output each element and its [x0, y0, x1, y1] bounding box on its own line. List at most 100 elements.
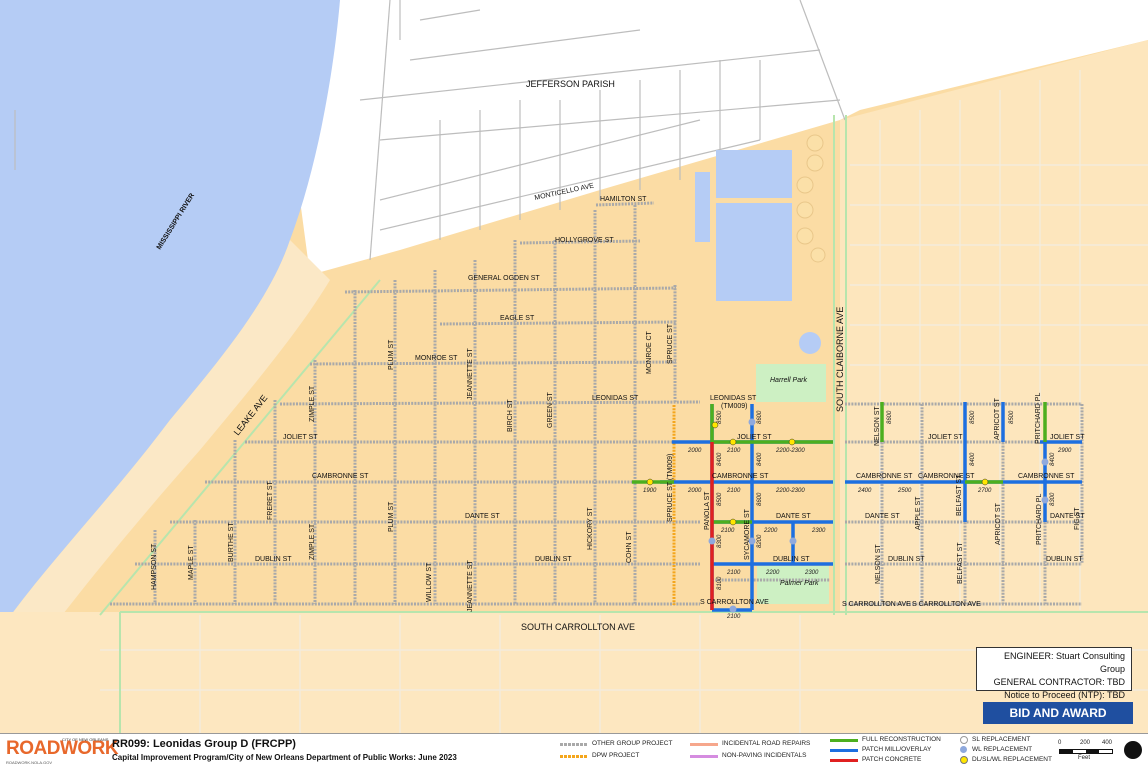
south-claiborne-label: SOUTH CLAIBORNE AVE	[835, 307, 845, 412]
zimpel-s-label: ZIMPLE ST	[309, 523, 316, 560]
legend-nonpaving-line	[690, 755, 718, 758]
harrell-park-label: Harrell Park	[770, 377, 807, 384]
dublin-w-label: DUBLIN ST	[255, 556, 292, 563]
project-info-box: ENGINEER: Stuart Consulting Group GENERA…	[976, 647, 1132, 700]
freret-label: FRERET ST	[267, 481, 274, 520]
cambronne-e3-label: CAMBRONNE ST	[1018, 473, 1075, 480]
joliet-e2-label: JOLIET ST	[1050, 434, 1085, 441]
panola-label: PANOLA ST	[704, 491, 711, 530]
joliet-w-label: JOLIET ST	[283, 434, 318, 441]
monroe-label: MONROE ST	[415, 355, 458, 362]
svg-text:2100: 2100	[726, 448, 741, 454]
scale-bar: 0 200 400 Feet	[1058, 740, 1118, 764]
apricot-n-label: APRICOT ST	[994, 397, 1001, 440]
leonidas-e-label: LEONIDAS ST	[710, 395, 757, 402]
contractor-text: GENERAL CONTRACTOR: TBD	[993, 677, 1125, 687]
legend-sl-dot	[960, 736, 968, 744]
legend-dpw-line	[560, 755, 588, 758]
legend-dl-dot	[960, 756, 968, 764]
svg-text:2300: 2300	[811, 528, 826, 534]
svg-text:8100: 8100	[717, 576, 723, 590]
svg-text:2700: 2700	[977, 488, 992, 494]
ntp-text: Notice to Proceed (NTP): TBD	[1004, 690, 1125, 700]
spruce-s-label: SPRUCE ST (TM009)	[667, 454, 674, 522]
status-badge: BID AND AWARD	[983, 702, 1133, 724]
cohn-label: COHN ST	[626, 531, 633, 563]
svg-text:2300: 2300	[804, 570, 819, 576]
project-map: MISSISSIPPI RIVER JEFFERSON PARISH MONTI…	[0, 0, 1148, 733]
svg-text:2900: 2900	[1057, 448, 1072, 454]
hickory-label: HICKORY ST	[587, 507, 594, 550]
palmer-park-label: Palmer Park	[780, 580, 819, 587]
svg-text:2100: 2100	[720, 528, 735, 534]
svg-text:2000: 2000	[687, 488, 702, 494]
monroe-ct-label: MONROE CT	[646, 331, 653, 375]
cambronne-c-label: CAMBRONNE ST	[712, 473, 769, 480]
jefferson-label: JEFFERSON PARISH	[526, 79, 615, 89]
legend-other-line	[560, 743, 588, 746]
svg-text:8400: 8400	[1050, 452, 1056, 466]
svg-text:2100: 2100	[726, 570, 741, 576]
project-title: RR099: Leonidas Group D (FRCPP)	[112, 738, 296, 750]
engineer-text: ENGINEER: Stuart Consulting Group	[1003, 651, 1125, 674]
legend-nonpaving-label: NON-PAVING INCIDENTALS	[722, 752, 807, 759]
pritchard-n-label: PRITCHARD PL	[1035, 393, 1042, 444]
scale-400: 400	[1102, 740, 1113, 746]
maple-label: MAPLE ST	[188, 545, 195, 580]
legend-other-label: OTHER GROUP PROJECT	[592, 740, 673, 747]
dublin-c-label: DUBLIN ST	[773, 556, 810, 563]
reservoir-1	[716, 150, 792, 198]
legend-dl-label: DL/SL/WL REPLACEMENT	[972, 756, 1052, 763]
hamilton-label: HAMILTON ST	[600, 196, 647, 203]
svg-text:8600: 8600	[757, 410, 763, 424]
dante-e1-label: DANTE ST	[865, 513, 900, 520]
fig-label: FIG ST	[1074, 507, 1081, 530]
svg-text:2400: 2400	[857, 488, 872, 494]
svg-text:1900: 1900	[643, 488, 657, 494]
svg-text:2200: 2200	[765, 570, 780, 576]
reservoir-2	[716, 203, 792, 301]
burthe-label: BURTHE ST	[228, 522, 235, 562]
svg-text:2200-2300: 2200-2300	[775, 488, 805, 494]
plum-n-label: PLUM ST	[388, 339, 395, 370]
jeannette-n-label: JEANNETTE ST	[467, 348, 474, 400]
footer: ROADWORK ROADWORK.NOLA.GOV CITY OF NEW O…	[0, 733, 1148, 768]
eagle-label: EAGLE ST	[500, 315, 535, 322]
svg-text:8500: 8500	[717, 492, 723, 506]
svg-text:2100: 2100	[726, 614, 741, 620]
legend-incidental-line	[690, 743, 718, 746]
general-ogden-label: GENERAL OGDEN ST	[468, 275, 540, 282]
legend-full-label: FULL RECONSTRUCTION	[862, 736, 941, 743]
dublin-e1-label: DUBLIN ST	[888, 556, 925, 563]
north-arrow-icon	[1124, 741, 1142, 759]
legend-concrete-label: PATCH CONCRETE	[862, 756, 922, 763]
roadwork-logo: ROADWORK ROADWORK.NOLA.GOV	[6, 738, 119, 765]
belfast-c-label: BELFAST ST	[956, 474, 963, 516]
hampson-label: HAMPSON ST	[151, 543, 158, 590]
spruce-n-label: SPRUCE ST	[667, 323, 674, 364]
sycamore-label: SYCAMORE ST	[744, 508, 751, 560]
svg-text:8600: 8600	[887, 410, 893, 424]
svg-text:2000: 2000	[687, 448, 702, 454]
svg-text:8400: 8400	[970, 452, 976, 466]
nelson-n-label: NELSON ST	[874, 406, 881, 446]
s-carrollton-1-label: S CARROLLTON AVE	[700, 599, 769, 606]
city-seal-text: CITY OF NEW ORLEANS	[62, 737, 109, 742]
legend-wl-dot	[960, 746, 967, 753]
svg-text:2200-2300: 2200-2300	[775, 448, 805, 454]
svg-text:2200: 2200	[763, 528, 778, 534]
legend-patch-line	[830, 749, 858, 752]
legend-patch-label: PATCH MILL/OVERLAY	[862, 746, 932, 753]
birch-label: BIRCH ST	[507, 399, 514, 432]
jeannette-s-label: JEANNETTE ST	[467, 560, 474, 612]
willow-label: WILLOW ST	[426, 562, 433, 602]
scale-line	[1059, 749, 1113, 754]
logo-url: ROADWORK.NOLA.GOV	[6, 760, 53, 765]
scale-unit: Feet	[1078, 755, 1091, 761]
svg-text:8300: 8300	[1050, 492, 1056, 506]
map-page: MISSISSIPPI RIVER JEFFERSON PARISH MONTI…	[0, 0, 1148, 768]
svg-text:8400: 8400	[757, 452, 763, 466]
legend-dpw-label: DPW PROJECT	[592, 752, 640, 759]
s-carrollton-3-label: S CARROLLTON AVE	[912, 601, 981, 608]
cambronne-e2-label: CAMBRONNE ST	[918, 473, 975, 480]
